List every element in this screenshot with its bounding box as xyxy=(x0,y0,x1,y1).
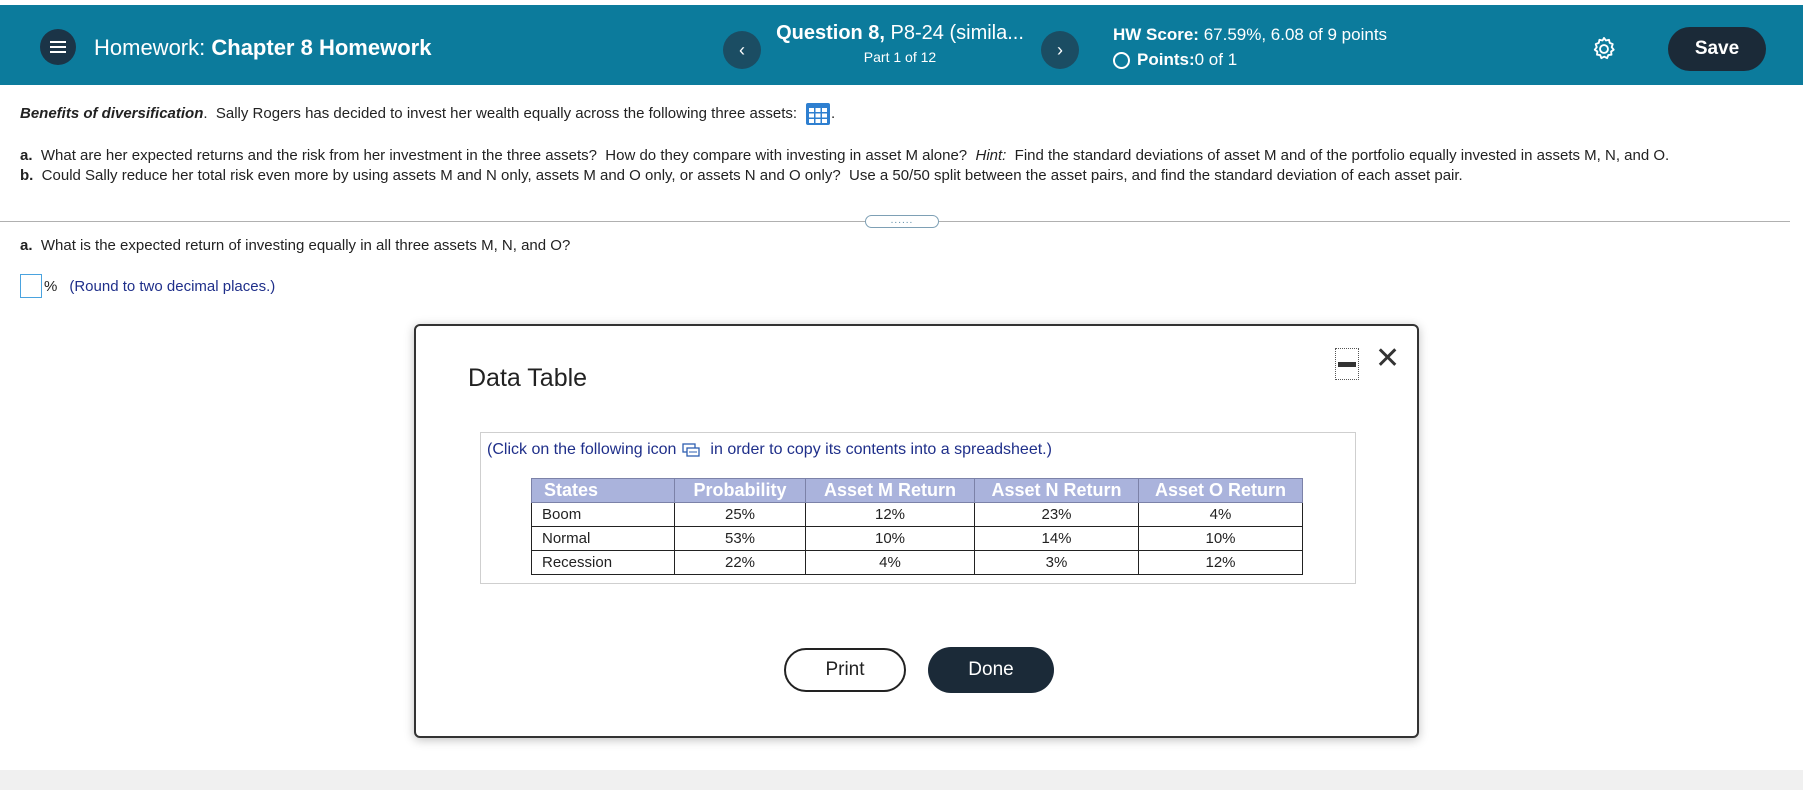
column-header-asset-o: Asset O Return xyxy=(1138,478,1303,503)
table-cell: Recession xyxy=(531,550,675,575)
hw-score-label: HW Score: xyxy=(1113,25,1199,44)
hint-text: Find the standard deviations of asset M … xyxy=(1006,147,1670,164)
part-b-text: b. Could Sally reduce her total risk eve… xyxy=(20,166,1790,186)
top-header: Homework: Chapter 8 Homework ‹ Question … xyxy=(0,5,1803,85)
table-cell: 14% xyxy=(974,526,1139,551)
hint-label: Hint: xyxy=(975,147,1007,164)
previous-question-button[interactable]: ‹ xyxy=(723,31,761,69)
column-header-asset-m: Asset M Return xyxy=(805,478,975,503)
table-cell: 53% xyxy=(674,526,806,551)
part-b-label: b. xyxy=(20,167,34,184)
homework-title: Homework: Chapter 8 Homework xyxy=(94,35,431,61)
question-intro-tail: . xyxy=(831,105,836,122)
done-button[interactable]: Done xyxy=(928,647,1054,693)
table-cell: Boom xyxy=(531,502,675,527)
question-title: Question 8, P8-24 (simila... xyxy=(760,22,1040,45)
column-header-states: States xyxy=(531,478,675,503)
table-cell: 4% xyxy=(1138,502,1303,527)
hamburger-icon xyxy=(50,40,66,54)
data-table-dialog: Data Table ✕ (Click on the following ico… xyxy=(414,324,1419,738)
chevron-left-icon: ‹ xyxy=(739,39,745,60)
question-content: Benefits of diversification . Sally Roge… xyxy=(20,102,1790,186)
bottom-scroll-area xyxy=(0,770,1803,790)
minimize-icon xyxy=(1338,361,1356,367)
copy-note: (Click on the following icon in order to… xyxy=(487,441,1052,459)
table-cell: 10% xyxy=(805,526,975,551)
next-question-button[interactable]: › xyxy=(1041,31,1079,69)
subquestion-label: a. xyxy=(20,237,33,254)
table-cell: 10% xyxy=(1138,526,1303,551)
question-intro: Benefits of diversification . Sally Roge… xyxy=(20,102,1790,126)
data-table-icon[interactable] xyxy=(805,102,831,126)
table-cell: 22% xyxy=(674,550,806,575)
table-row: Normal 53% 10% 14% 10% xyxy=(531,526,1303,551)
points-value: 0 of 1 xyxy=(1194,50,1238,69)
percent-unit: % xyxy=(44,277,58,295)
hw-score-value: 67.59%, 6.08 of 9 points xyxy=(1198,25,1388,44)
part-a-body: What are her expected returns and the ri… xyxy=(32,147,976,164)
table-row: Boom 25% 12% 23% 4% xyxy=(531,502,1303,527)
table-header-row: States Probability Asset M Return Asset … xyxy=(531,478,1303,503)
gear-icon[interactable] xyxy=(1590,35,1618,63)
part-b-body: Could Sally reduce her total risk even m… xyxy=(33,167,1463,184)
homework-prefix: Homework: xyxy=(94,35,206,60)
homework-name: Chapter 8 Homework xyxy=(211,35,432,60)
question-intro-text: . Sally Rogers has decided to invest her… xyxy=(203,105,798,122)
table-cell: 12% xyxy=(805,502,975,527)
print-button[interactable]: Print xyxy=(784,648,906,692)
table-cell: 4% xyxy=(805,550,975,575)
chevron-right-icon: › xyxy=(1057,39,1063,60)
copy-note-after: in order to copy its contents into a spr… xyxy=(710,441,1052,458)
question-topic: Benefits of diversification xyxy=(20,105,204,122)
points: Points: 0 of 1 xyxy=(1113,50,1387,70)
menu-button[interactable] xyxy=(40,29,76,65)
copy-to-spreadsheet-icon[interactable] xyxy=(682,443,701,457)
minimize-button[interactable] xyxy=(1335,348,1359,380)
data-table-panel: (Click on the following icon in order to… xyxy=(480,432,1356,584)
question-indicator: Question 8, P8-24 (simila... Part 1 of 1… xyxy=(760,22,1040,65)
table-cell: 3% xyxy=(974,550,1139,575)
part-a-text: a. What are her expected returns and the… xyxy=(20,146,1790,166)
table-cell: 25% xyxy=(674,502,806,527)
resize-handle[interactable]: ...... xyxy=(865,215,939,228)
answer-row: % (Round to two decimal places.) xyxy=(20,274,275,298)
copy-note-before: (Click on the following icon xyxy=(487,441,677,458)
column-header-probability: Probability xyxy=(674,478,806,503)
question-number: Question 8, xyxy=(776,22,885,44)
column-header-asset-n: Asset N Return xyxy=(974,478,1139,503)
points-label: Points: xyxy=(1137,50,1195,69)
status-circle-icon xyxy=(1113,51,1130,69)
question-part: Part 1 of 12 xyxy=(863,49,937,65)
score-summary: HW Score: 67.59%, 6.08 of 9 points Point… xyxy=(1113,25,1387,70)
question-source: P8-24 (simila... xyxy=(884,22,1024,44)
answer-input[interactable] xyxy=(20,274,42,298)
dialog-title: Data Table xyxy=(468,364,588,392)
asset-returns-table: States Probability Asset M Return Asset … xyxy=(531,478,1303,575)
table-row: Recession 22% 4% 3% 12% xyxy=(531,550,1303,575)
part-a-label: a. xyxy=(20,147,33,164)
table-cell: Normal xyxy=(531,526,675,551)
hw-score: HW Score: 67.59%, 6.08 of 9 points xyxy=(1113,25,1387,45)
save-button[interactable]: Save xyxy=(1668,27,1766,71)
subquestion-a: a. What is the expected return of invest… xyxy=(20,237,570,254)
question-parts: a. What are her expected returns and the… xyxy=(20,146,1790,186)
table-cell: 23% xyxy=(974,502,1139,527)
close-icon[interactable]: ✕ xyxy=(1375,344,1401,374)
subquestion-text: What is the expected return of investing… xyxy=(32,237,571,254)
rounding-hint: (Round to two decimal places.) xyxy=(69,277,276,295)
table-cell: 12% xyxy=(1138,550,1303,575)
